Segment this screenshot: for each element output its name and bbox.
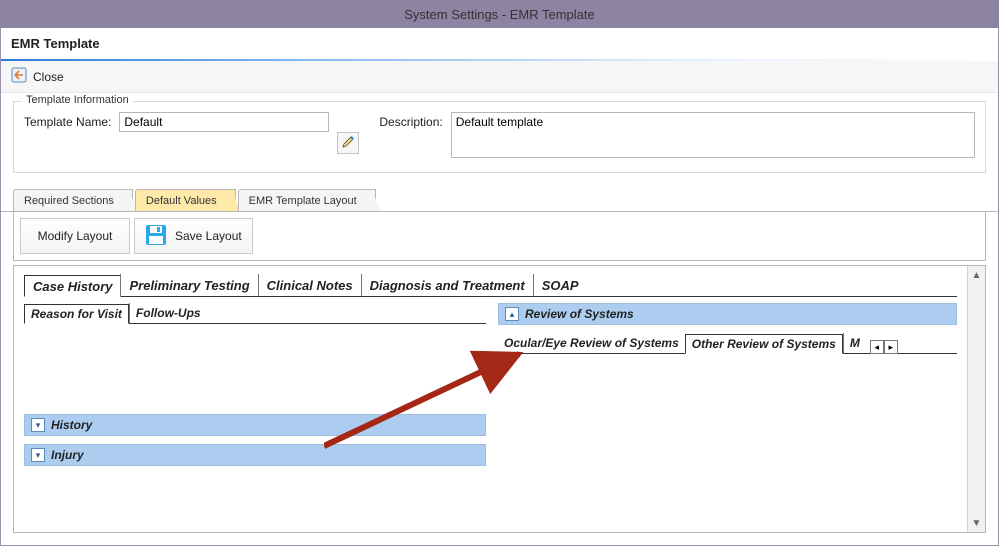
tab-emr-template-layout[interactable]: EMR Template Layout xyxy=(238,189,376,211)
ros-title: Review of Systems xyxy=(525,307,634,321)
layout-content: Case History Preliminary Testing Clinica… xyxy=(14,266,967,532)
page-title: EMR Template xyxy=(1,28,998,59)
tab-case-history[interactable]: Case History xyxy=(24,275,121,297)
review-of-systems-section[interactable]: ▴ Review of Systems xyxy=(498,303,957,325)
ros-tabstrip: Ocular/Eye Review of Systems Other Revie… xyxy=(498,333,957,354)
right-column: ▴ Review of Systems Ocular/Eye Review of… xyxy=(498,303,957,474)
close-button-label[interactable]: Close xyxy=(33,70,64,84)
template-info-fieldset: Template Information Template Name: Desc… xyxy=(13,101,986,173)
injury-title: Injury xyxy=(51,448,84,462)
tab-diagnosis-treatment[interactable]: Diagnosis and Treatment xyxy=(361,274,534,296)
left-sub-tabstrip: Reason for Visit Follow-Ups xyxy=(24,303,486,324)
close-icon[interactable] xyxy=(11,67,27,86)
scroll-right-button[interactable]: ▸ xyxy=(884,340,898,354)
tab-soap[interactable]: SOAP xyxy=(533,274,588,296)
edit-button[interactable] xyxy=(337,132,359,154)
tab-preliminary-testing[interactable]: Preliminary Testing xyxy=(120,274,258,296)
history-section[interactable]: ▾ History xyxy=(24,414,486,436)
expand-icon[interactable]: ▾ xyxy=(31,448,45,462)
scroll-down-button[interactable]: ▼ xyxy=(968,514,985,532)
inner-tabstrip: Case History Preliminary Testing Clinica… xyxy=(24,274,957,297)
window-titlebar: System Settings - EMR Template xyxy=(0,0,999,28)
collapse-icon[interactable]: ▴ xyxy=(505,307,519,321)
description-label: Description: xyxy=(379,112,442,129)
left-column: Reason for Visit Follow-Ups ▾ History ▾ … xyxy=(24,303,486,474)
save-icon xyxy=(145,224,167,249)
tab-ocular-review[interactable]: Ocular/Eye Review of Systems xyxy=(498,333,685,353)
history-title: History xyxy=(51,418,92,432)
tab-more-truncated[interactable]: M xyxy=(843,333,866,353)
scroll-left-button[interactable]: ◂ xyxy=(870,340,884,354)
pencil-icon xyxy=(341,135,355,152)
main-tabstrip: Required Sections Default Values EMR Tem… xyxy=(1,189,998,212)
scroll-up-button[interactable]: ▲ xyxy=(968,266,985,284)
toolbar: Close xyxy=(1,61,998,93)
layout-tab-page: Modify Layout Save Layout xyxy=(13,212,986,261)
system-settings-window: System Settings - EMR Template EMR Templ… xyxy=(0,0,999,546)
tab-follow-ups[interactable]: Follow-Ups xyxy=(129,303,207,323)
layout-scroll-area: Case History Preliminary Testing Clinica… xyxy=(13,265,986,533)
expand-icon[interactable]: ▾ xyxy=(31,418,45,432)
tab-clinical-notes[interactable]: Clinical Notes xyxy=(258,274,362,296)
client-area: EMR Template Close Template Information … xyxy=(0,28,999,546)
template-name-input[interactable] xyxy=(119,112,329,132)
tab-required-sections[interactable]: Required Sections xyxy=(13,189,133,211)
template-info-area: Template Information Template Name: Desc… xyxy=(1,93,998,183)
injury-section[interactable]: ▾ Injury xyxy=(24,444,486,466)
vertical-scrollbar[interactable]: ▲ ▼ xyxy=(967,266,985,532)
window-title: System Settings - EMR Template xyxy=(404,7,595,22)
tab-default-values[interactable]: Default Values xyxy=(135,189,236,211)
template-name-label: Template Name: xyxy=(24,112,111,129)
tab-other-review[interactable]: Other Review of Systems xyxy=(685,334,843,354)
save-layout-button[interactable]: Save Layout xyxy=(134,218,253,254)
description-input[interactable] xyxy=(451,112,975,158)
fieldset-legend: Template Information xyxy=(22,94,133,106)
tab-reason-for-visit[interactable]: Reason for Visit xyxy=(24,304,129,324)
modify-layout-button[interactable]: Modify Layout xyxy=(20,218,130,254)
